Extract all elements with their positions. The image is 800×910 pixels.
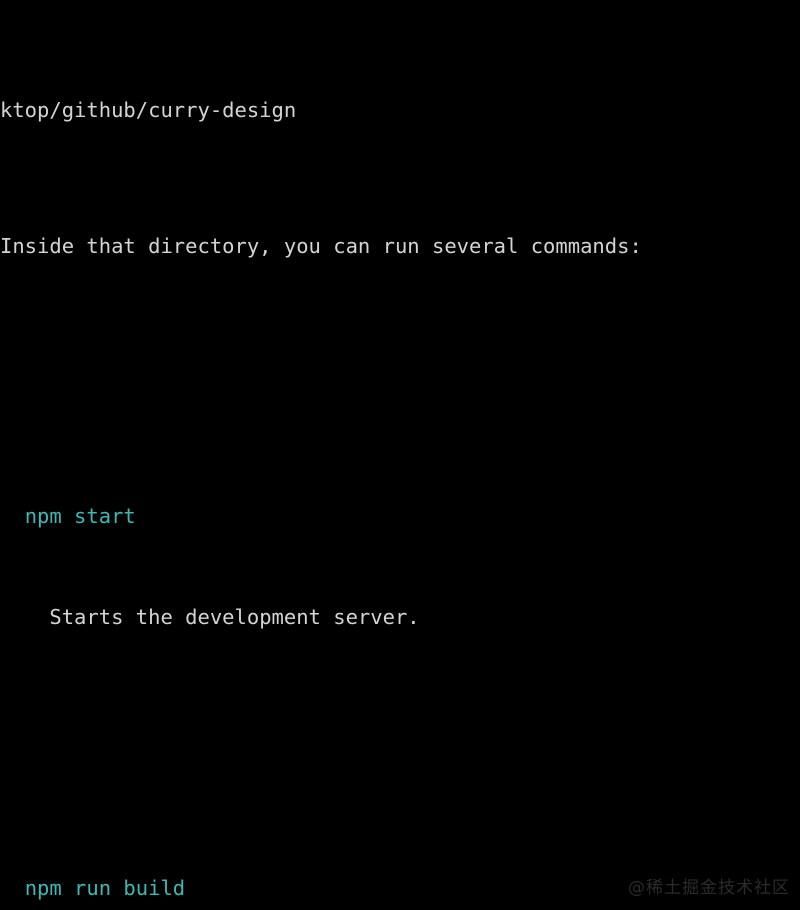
terminal-window[interactable]: ktop/github/curry-design Inside that dir… [0, 0, 800, 910]
terminal-screen: ktop/github/curry-design Inside that dir… [0, 0, 800, 910]
watermark: @稀土掘金技术社区 [628, 878, 790, 899]
command-entry-npm-start: npm start [0, 500, 800, 534]
output-path-line: ktop/github/curry-design [0, 94, 800, 128]
output-intro-line: Inside that directory, you can run sever… [0, 230, 800, 264]
command-description: Starts the development server. [49, 605, 420, 630]
path-text: ktop/github/curry-design [0, 98, 297, 123]
command-name: npm start [24, 503, 136, 528]
command-name: npm run build [24, 875, 186, 900]
intro-text: Inside that directory, you can run sever… [0, 233, 642, 258]
command-desc-npm-start: Starts the development server. [0, 601, 800, 635]
